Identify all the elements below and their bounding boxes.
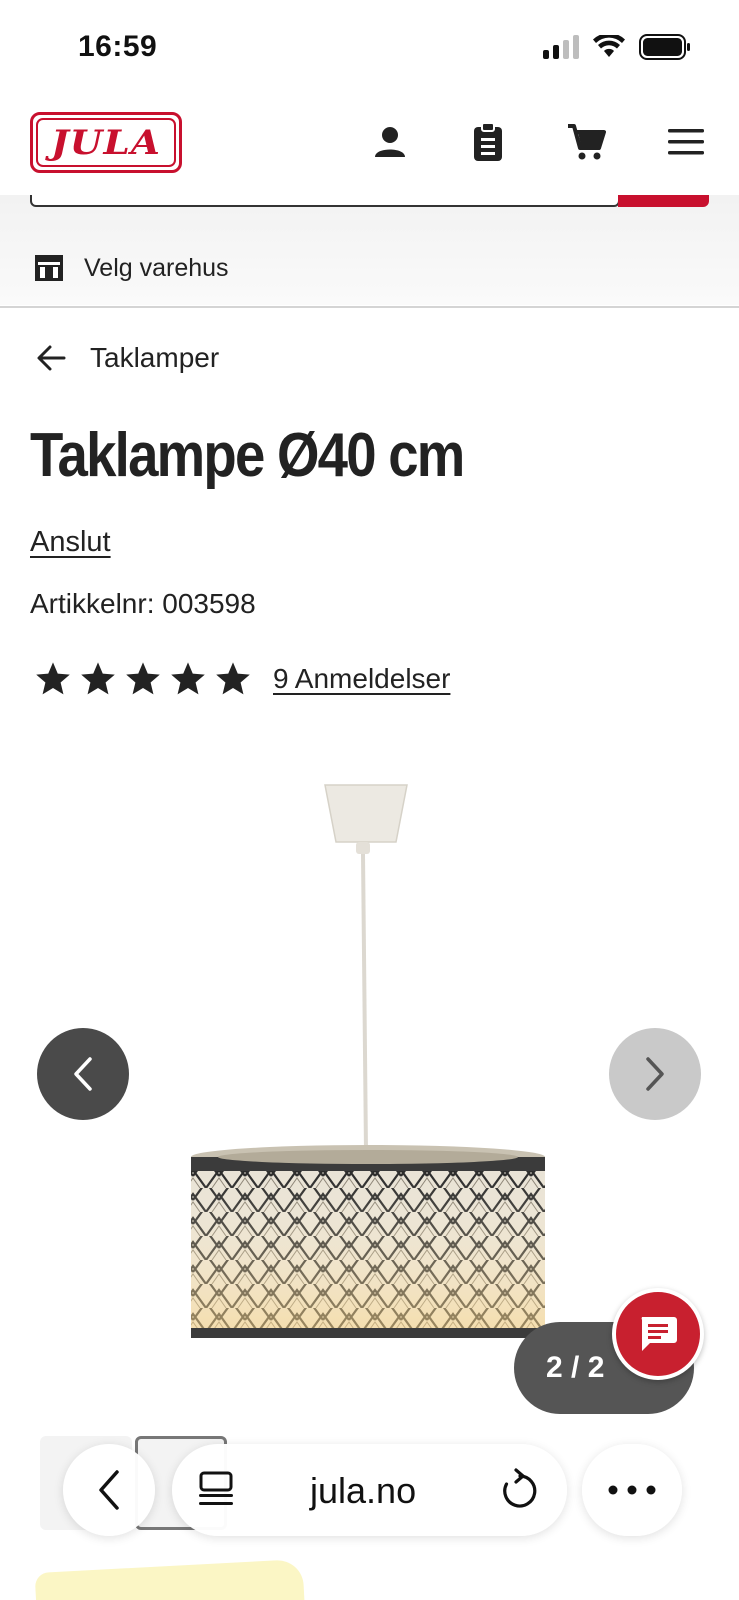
product-image xyxy=(191,784,545,1338)
store-icon xyxy=(35,255,63,281)
account-icon[interactable] xyxy=(368,120,412,164)
cart-icon[interactable] xyxy=(564,120,608,164)
divider xyxy=(0,306,739,308)
gallery-prev-button[interactable] xyxy=(37,1028,129,1120)
chevron-right-icon xyxy=(646,1057,664,1091)
product-title: Taklampe Ø40 cm xyxy=(30,421,465,490)
star-icon xyxy=(81,662,115,695)
gallery-next-button[interactable] xyxy=(609,1028,701,1120)
site-header: JULA xyxy=(0,100,739,195)
browser-back-button[interactable] xyxy=(63,1444,155,1536)
star-icon xyxy=(36,662,70,695)
browser-url: jula.no xyxy=(310,1470,417,1511)
jula-logo[interactable]: JULA xyxy=(30,112,182,173)
article-number: Artikkelnr: 003598 xyxy=(30,588,256,619)
status-bar: 16:59 xyxy=(0,0,739,100)
star-icon xyxy=(126,662,160,695)
reload-icon[interactable] xyxy=(500,1468,540,1512)
breadcrumb[interactable]: Taklamper xyxy=(36,342,219,374)
gallery-counter-text: 2 / 2 xyxy=(546,1351,605,1384)
status-time: 16:59 xyxy=(78,30,158,63)
logo-frame: JULA xyxy=(36,118,176,167)
logo-text: JULA xyxy=(50,122,162,163)
signal-icon xyxy=(543,35,579,59)
rating-row[interactable]: 9 Anmeldelser xyxy=(34,660,450,698)
menu-icon[interactable] xyxy=(664,120,708,164)
star-icon xyxy=(171,662,205,695)
wifi-icon xyxy=(593,35,625,57)
breadcrumb-label: Taklamper xyxy=(90,342,220,373)
battery-icon xyxy=(639,34,690,60)
tabs-icon xyxy=(199,1471,233,1505)
more-dots-icon xyxy=(608,1485,656,1495)
status-icons xyxy=(543,34,691,60)
chat-button[interactable] xyxy=(612,1288,704,1380)
arrow-left-icon xyxy=(37,345,66,371)
reviews-link[interactable]: 9 Anmeldelser xyxy=(273,663,450,695)
chat-icon xyxy=(641,1317,677,1351)
chevron-left-icon xyxy=(74,1057,92,1091)
clipboard-list-icon[interactable] xyxy=(466,120,510,164)
star-icon xyxy=(216,662,250,695)
browser-address-bar[interactable]: jula.no xyxy=(172,1444,567,1536)
chevron-left-icon xyxy=(99,1470,119,1510)
store-label: Velg varehus xyxy=(84,253,229,282)
browser-more-button[interactable] xyxy=(582,1444,682,1536)
brand-link[interactable]: Anslut xyxy=(30,526,111,559)
store-selector[interactable]: Velg varehus xyxy=(0,230,739,306)
